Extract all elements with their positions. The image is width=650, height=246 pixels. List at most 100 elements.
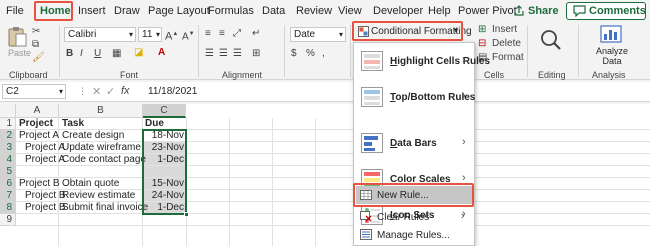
clipboard-group-label: Clipboard xyxy=(9,70,48,80)
underline-button[interactable]: U xyxy=(94,48,101,60)
row-header[interactable]: 9 xyxy=(0,214,16,226)
delete-button[interactable]: ⊟ Delete xyxy=(478,38,528,50)
menu-item-highlight-cells-rules[interactable]: Highlight Cells Rules › xyxy=(354,47,490,75)
italic-button[interactable]: I xyxy=(80,48,83,60)
tab-data[interactable]: Data xyxy=(262,5,285,17)
search-icon xyxy=(541,30,561,50)
borders-icon[interactable]: ▦ xyxy=(112,48,121,60)
table-cell[interactable]: Project A xyxy=(25,154,65,166)
number-format-value: Date xyxy=(294,29,316,40)
comments-button[interactable]: Comments xyxy=(566,2,646,20)
copy-icon[interactable]: ⧉ xyxy=(32,39,44,50)
table-cell[interactable] xyxy=(143,214,184,226)
insert-label: Insert xyxy=(492,24,518,35)
bold-button[interactable]: B xyxy=(66,48,73,60)
cancel-icon[interactable]: ✕ xyxy=(92,85,101,98)
row-header[interactable]: 2 xyxy=(0,130,16,142)
menu-item-label: Data Bars xyxy=(390,138,437,149)
tab-formulas[interactable]: Formulas xyxy=(208,5,254,17)
font-name-combo[interactable]: Calibri ▾ xyxy=(64,27,136,42)
table-cell[interactable]: Project B xyxy=(19,178,60,190)
comments-label: Comments xyxy=(589,5,646,17)
tab-page-layout[interactable]: Page Layout xyxy=(148,5,210,17)
align-center-icon[interactable]: ☰ xyxy=(219,48,228,60)
top-bottom-icon xyxy=(361,87,383,107)
tab-insert[interactable]: Insert xyxy=(78,5,106,17)
wrap-text-icon[interactable]: ↵ xyxy=(252,28,260,40)
select-all-corner[interactable] xyxy=(0,104,16,118)
tab-power-pivot[interactable]: Power Pivot xyxy=(458,5,517,17)
enter-icon[interactable]: ✓ xyxy=(106,85,115,98)
menu-item-clear-rules[interactable]: Clear Rules › xyxy=(356,209,472,225)
share-button[interactable]: Share xyxy=(510,2,559,20)
divider xyxy=(350,25,351,77)
formula-input[interactable]: 11/18/2021 xyxy=(148,86,197,97)
format-label: Format xyxy=(492,52,524,63)
font-size-combo[interactable]: 11 ▾ xyxy=(138,27,162,42)
fill-handle[interactable] xyxy=(184,212,189,217)
divider xyxy=(578,25,579,77)
tab-draw[interactable]: Draw xyxy=(114,5,140,17)
orientation-icon[interactable]: ⤢ xyxy=(233,28,241,40)
row-header[interactable]: 3 xyxy=(0,142,16,154)
table-cell[interactable]: Project A xyxy=(25,142,65,154)
analyze-data-icon xyxy=(600,25,622,43)
row-header[interactable]: 6 xyxy=(0,178,16,190)
table-cell[interactable]: Project A xyxy=(19,130,59,142)
new-rule-highlight xyxy=(353,183,474,207)
table-cell[interactable]: Project B xyxy=(25,190,66,202)
align-right-icon[interactable]: ☰ xyxy=(233,48,242,60)
middle-align-icon[interactable]: ≡ xyxy=(219,28,225,40)
font-color-icon[interactable]: A xyxy=(158,47,165,59)
font-size-value: 11 xyxy=(142,29,153,40)
paste-label: Paste xyxy=(8,48,32,58)
menu-item-top-bottom-rules[interactable]: Top/Bottom Rules › xyxy=(354,83,475,111)
table-cell[interactable] xyxy=(25,214,59,226)
table-cell[interactable] xyxy=(25,166,59,178)
row-header[interactable]: 4 xyxy=(0,154,16,166)
fill-color-icon[interactable]: ◪ xyxy=(134,47,143,59)
increase-font-icon[interactable]: A▲ xyxy=(165,28,178,43)
chevron-down-icon: ▾ xyxy=(155,30,160,39)
insert-button[interactable]: ⊞ Insert xyxy=(478,24,528,36)
name-box[interactable]: C2 ▾ xyxy=(2,84,66,99)
divider xyxy=(198,25,199,77)
menu-item-label: Highlight Cells Rules xyxy=(390,56,491,67)
format-painter-icon[interactable]: 🖌 xyxy=(32,52,45,63)
analyze-data-button[interactable]: Analyze Data xyxy=(584,24,640,68)
tab-view[interactable]: View xyxy=(338,5,362,17)
decrease-font-icon[interactable]: A▼ xyxy=(182,28,195,43)
row-header[interactable]: 8 xyxy=(0,202,16,214)
tab-file[interactable]: File xyxy=(6,5,24,17)
row-header[interactable]: 1 xyxy=(0,118,16,130)
insert-function-button[interactable]: fx xyxy=(121,85,130,97)
editing-group-label: Editing xyxy=(538,70,566,80)
table-cell[interactable]: Project B xyxy=(25,202,66,214)
paste-button[interactable]: Paste xyxy=(6,26,31,58)
tab-help[interactable]: Help xyxy=(428,5,451,17)
align-left-icon[interactable]: ☰ xyxy=(205,48,214,60)
insert-icon: ⊞ xyxy=(478,24,487,35)
menu-item-manage-rules[interactable]: Manage Rules... xyxy=(356,227,472,243)
menu-item-data-bars[interactable]: Data Bars › xyxy=(354,129,474,157)
column-header[interactable]: A xyxy=(16,104,59,118)
tab-developer[interactable]: Developer xyxy=(373,5,423,17)
tab-review[interactable]: Review xyxy=(296,5,332,17)
column-header[interactable]: B xyxy=(59,104,143,118)
top-align-icon[interactable]: ≡ xyxy=(205,28,211,40)
analyze-data-label-line1: Analyze xyxy=(595,46,629,56)
table-cell[interactable]: Project xyxy=(19,118,59,130)
merge-icon[interactable]: ⊞ xyxy=(252,48,260,60)
more-icon: ⋮ xyxy=(78,86,87,96)
formula-bar: C2 ▾ ⋮ ✕ ✓ fx 11/18/2021 xyxy=(0,82,650,102)
row-header[interactable]: 7 xyxy=(0,190,16,202)
editing-button[interactable] xyxy=(538,28,568,58)
divider xyxy=(284,25,285,77)
column-header[interactable]: C xyxy=(143,104,186,118)
row-header[interactable]: 5 xyxy=(0,166,16,178)
accounting-icon[interactable]: $ xyxy=(291,48,297,60)
number-format-combo[interactable]: Date ▾ xyxy=(290,27,346,42)
comma-icon[interactable]: , xyxy=(322,48,325,60)
percent-icon[interactable]: % xyxy=(306,48,315,60)
cut-icon[interactable]: ✂ xyxy=(32,26,44,37)
